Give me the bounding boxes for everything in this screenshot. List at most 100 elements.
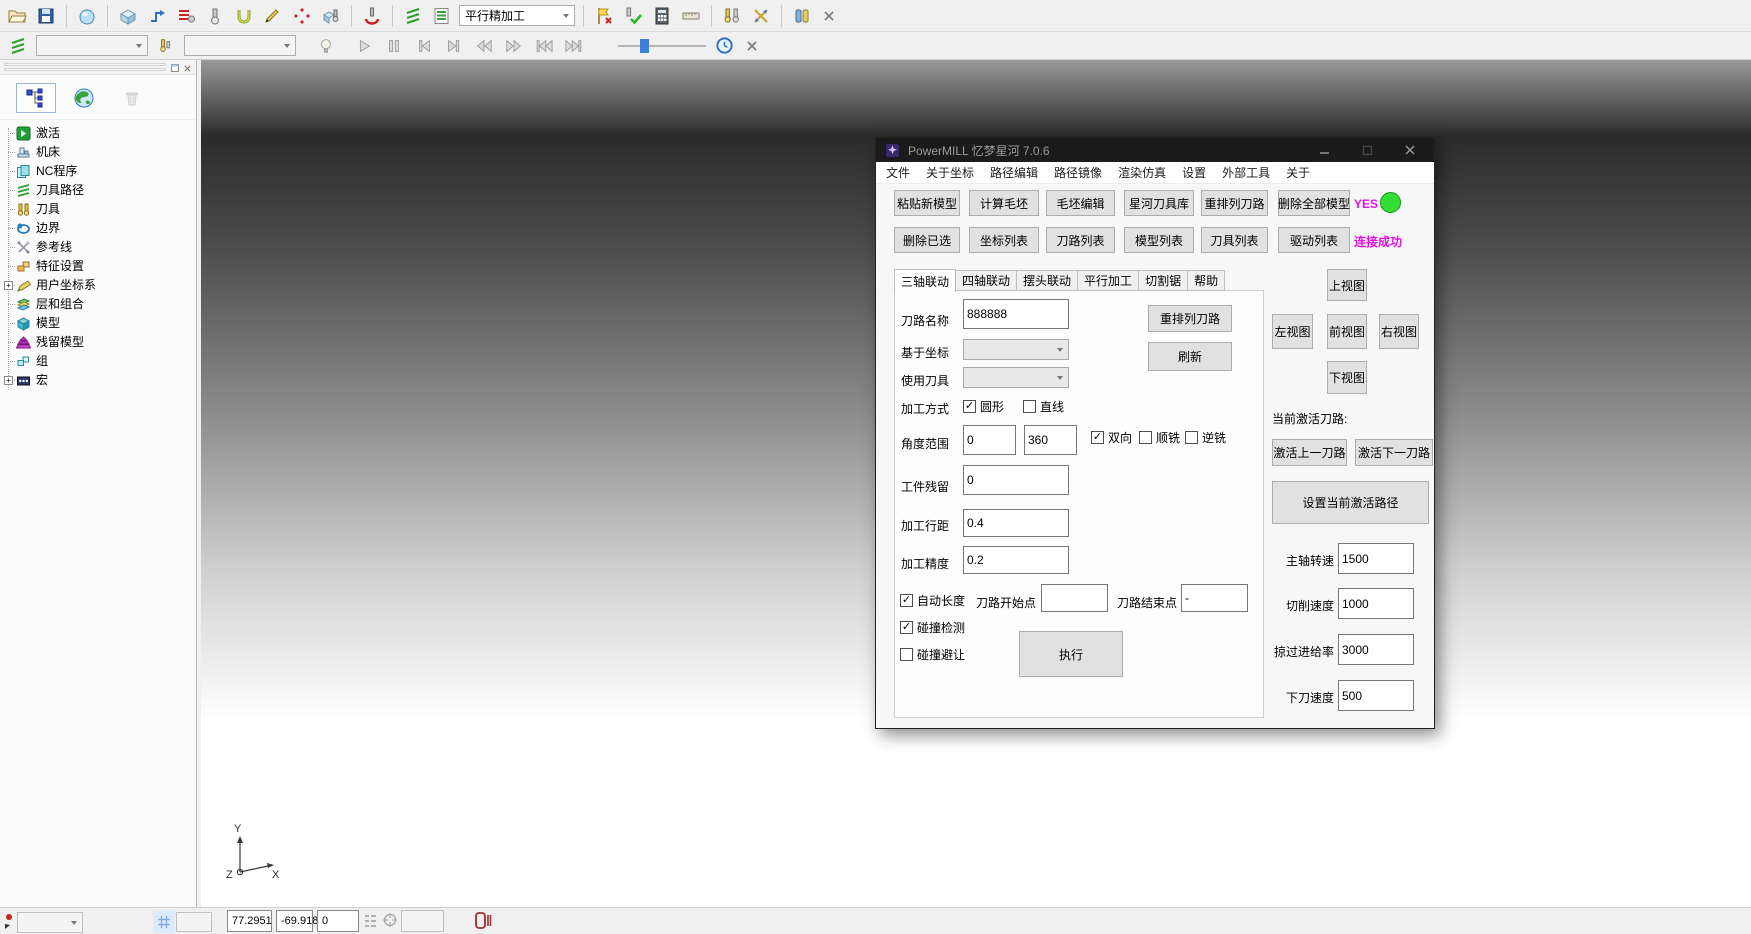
rearrange-toolpaths-button[interactable]: 重排列刀路 xyxy=(1201,190,1268,216)
step-back-icon[interactable] xyxy=(412,34,436,58)
tree-item-activate[interactable]: 激活 xyxy=(0,124,196,143)
tool-simulation-icon[interactable] xyxy=(360,4,384,28)
close-sim-toolbar-icon[interactable] xyxy=(742,36,762,56)
skim-feed-field[interactable] xyxy=(1338,634,1414,665)
delete-selected-button[interactable]: 删除已选 xyxy=(894,227,960,253)
climb-mill-checkbox[interactable]: 顺铣 xyxy=(1139,429,1180,446)
menu-settings[interactable]: 设置 xyxy=(1182,164,1206,181)
menu-path-mirror[interactable]: 路径镜像 xyxy=(1054,164,1102,181)
stock-remain-field[interactable] xyxy=(963,465,1069,495)
active-toolpath-icon[interactable] xyxy=(401,4,425,28)
tree-item-feature-sets[interactable]: 特征设置 xyxy=(0,257,196,276)
fast-forward-icon[interactable] xyxy=(502,34,526,58)
circle-checkbox[interactable]: 圆形 xyxy=(963,398,1004,415)
tool-pair-icon[interactable] xyxy=(720,4,744,28)
dialog-titlebar[interactable]: PowerMILL 忆梦星河 7.0.6 xyxy=(876,138,1434,162)
prev-toolpath-button[interactable]: 激活上一刀路 xyxy=(1272,439,1347,466)
active-toolpath-select[interactable]: 平行精加工 xyxy=(459,5,575,26)
angle-from-field[interactable] xyxy=(963,425,1016,455)
left-view-button[interactable]: 左视图 xyxy=(1272,314,1313,349)
tree-item-levels[interactable]: 层和组合 xyxy=(0,295,196,314)
leads-links-icon[interactable] xyxy=(592,4,616,28)
grid-size-field[interactable] xyxy=(176,912,212,932)
menu-path-edit[interactable]: 路径编辑 xyxy=(990,164,1038,181)
pause-icon[interactable] xyxy=(382,34,406,58)
coord-list-button[interactable]: 坐标列表 xyxy=(969,227,1039,253)
viewmill-toggle-icon[interactable] xyxy=(474,911,492,934)
menu-file[interactable]: 文件 xyxy=(886,164,910,181)
model-list-button[interactable]: 模型列表 xyxy=(1124,227,1194,253)
top-view-button[interactable]: 上视图 xyxy=(1327,269,1367,301)
bidirectional-checkbox[interactable]: 双向 xyxy=(1091,429,1132,446)
collision-check-checkbox[interactable]: 碰撞检测 xyxy=(900,619,965,636)
close-button[interactable] xyxy=(1393,138,1427,162)
tool-icon[interactable] xyxy=(203,4,227,28)
tree-item-toolpaths[interactable]: 刀具路径 xyxy=(0,181,196,200)
shaded-view-icon[interactable] xyxy=(75,4,99,28)
refresh-button[interactable]: 刷新 xyxy=(1148,342,1232,371)
pattern-icon[interactable] xyxy=(290,4,314,28)
explorer-tree-button[interactable] xyxy=(16,83,56,113)
tab-3axis[interactable]: 三轴联动 xyxy=(894,269,956,292)
minimize-button[interactable] xyxy=(1307,138,1341,162)
tool-list-button[interactable]: 刀具列表 xyxy=(1201,227,1268,253)
go-to-end-icon[interactable] xyxy=(562,34,586,58)
menu-coords[interactable]: 关于坐标 xyxy=(926,164,974,181)
tree-item-boundaries[interactable]: 边界 xyxy=(0,219,196,238)
float-panel-icon[interactable] xyxy=(170,63,180,73)
next-toolpath-button[interactable]: 激活下一刀路 xyxy=(1355,439,1433,466)
toolpath-list-icon[interactable] xyxy=(430,4,454,28)
conventional-mill-checkbox[interactable]: 逆铣 xyxy=(1185,429,1226,446)
toolpath-name-field[interactable] xyxy=(963,299,1069,329)
calculator-icon[interactable] xyxy=(650,4,674,28)
tree-item-macros[interactable]: 宏 xyxy=(0,371,196,390)
toolpath-list-button[interactable]: 刀路列表 xyxy=(1046,227,1115,253)
save-project-icon[interactable] xyxy=(34,4,58,28)
menu-about[interactable]: 关于 xyxy=(1286,164,1310,181)
delete-all-models-button[interactable]: 删除全部模型 xyxy=(1278,190,1350,216)
sim-tool-select[interactable] xyxy=(184,35,296,56)
coord-z-field[interactable]: 0 xyxy=(317,910,359,932)
compute-stock-button[interactable]: 计算毛坯 xyxy=(969,190,1039,216)
tab-help[interactable]: 帮助 xyxy=(1188,270,1225,291)
end-point-field[interactable] xyxy=(1181,584,1248,612)
tool-library-button[interactable]: 星河刀具库 xyxy=(1124,190,1194,216)
strategies-icon[interactable] xyxy=(145,4,169,28)
stepover-field[interactable] xyxy=(963,509,1069,537)
measure-icon[interactable] xyxy=(679,4,703,28)
tree-item-groups[interactable]: 组 xyxy=(0,352,196,371)
start-point-field[interactable] xyxy=(1041,584,1108,612)
tree-item-machine[interactable]: 机床 xyxy=(0,143,196,162)
transform-icon[interactable] xyxy=(749,4,773,28)
rearrange-button[interactable]: 重排列刀路 xyxy=(1148,305,1232,332)
cutting-feed-field[interactable] xyxy=(1338,588,1414,619)
tree-item-workplanes[interactable]: 用户坐标系 xyxy=(0,276,196,295)
tolerance-readout-field[interactable] xyxy=(401,910,444,932)
workplane-locator-icon[interactable] xyxy=(382,912,398,933)
workplane-select[interactable] xyxy=(17,912,83,933)
set-active-path-button[interactable]: 设置当前激活路径 xyxy=(1272,481,1429,524)
base-coord-select[interactable] xyxy=(963,339,1069,360)
light-icon[interactable] xyxy=(314,34,338,58)
menu-render-sim[interactable]: 渲染仿真 xyxy=(1118,164,1166,181)
record-indicator-icon[interactable] xyxy=(4,913,16,934)
coord-y-field[interactable]: -69.918 xyxy=(276,910,313,932)
tab-saw[interactable]: 切割锯 xyxy=(1139,270,1188,291)
auto-length-checkbox[interactable]: 自动长度 xyxy=(900,592,965,609)
tab-4axis[interactable]: 四轴联动 xyxy=(956,270,1017,291)
curve-editor-icon[interactable] xyxy=(261,4,285,28)
holder-pair-icon[interactable] xyxy=(790,4,814,28)
tree-item-models[interactable]: 模型 xyxy=(0,314,196,333)
xyz-readout-icon[interactable] xyxy=(364,913,377,934)
open-project-icon[interactable] xyxy=(5,4,29,28)
toolpath-verify-icon[interactable] xyxy=(621,4,645,28)
tab-parallel[interactable]: 平行加工 xyxy=(1078,270,1139,291)
angle-to-field[interactable] xyxy=(1024,425,1077,455)
expand-toggle[interactable] xyxy=(4,281,13,290)
collision-avoid-checkbox[interactable]: 碰撞避让 xyxy=(900,646,965,663)
stock-edit-button[interactable]: 毛坯编辑 xyxy=(1046,190,1115,216)
stock-icon[interactable] xyxy=(116,4,140,28)
close-toolbar-icon[interactable] xyxy=(819,6,839,26)
go-to-start-icon[interactable] xyxy=(532,34,556,58)
tree-item-patterns[interactable]: 参考线 xyxy=(0,238,196,257)
